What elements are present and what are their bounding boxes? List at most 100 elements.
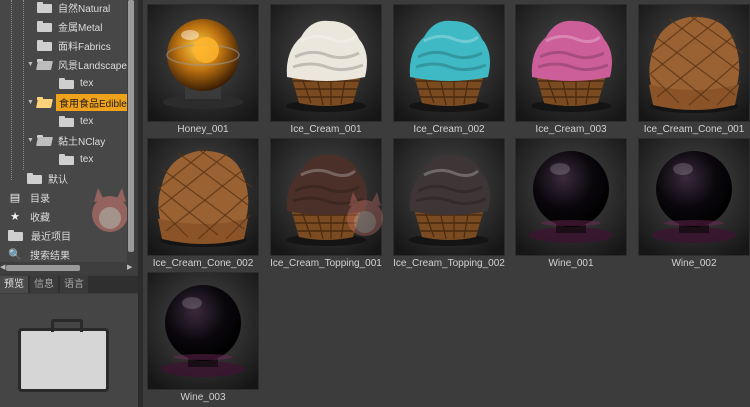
folder-icon: [37, 39, 52, 51]
material-tile[interactable]: Ice_Cream_Cone_002: [147, 138, 259, 272]
folder-icon: [27, 172, 42, 184]
material-name: Ice_Cream_Cone_002: [152, 258, 254, 269]
tree-item-label: 食用食品Edibles: [56, 93, 127, 111]
expand-arrow-icon[interactable]: ▼: [26, 99, 35, 106]
material-name: Ice_Cream_Topping_002: [393, 258, 505, 269]
material-tile[interactable]: Ice_Cream_Topping_002: [393, 138, 505, 272]
material-tile[interactable]: Ice_Cream_001: [270, 4, 382, 138]
material-name: Ice_Cream_002: [413, 124, 485, 135]
left-panel: 自然Natural 金属Metal 面料Fabrics ▼ 风景Landscape tex…: [0, 0, 140, 407]
tree-item[interactable]: tex: [48, 150, 95, 168]
wine-render: [148, 273, 258, 389]
scroll-right-arrow-icon[interactable]: ▶: [127, 262, 135, 274]
material-name: Ice_Cream_Cone_001: [643, 124, 745, 135]
tree-item-label: 最近项目: [31, 231, 71, 243]
tree-special-item[interactable]: ▤ 目录: [8, 188, 52, 206]
tree-item-label: 金属Metal: [58, 22, 103, 34]
tree-item-label: 风景Landscape: [58, 60, 127, 72]
icecream-render: [394, 139, 504, 255]
tab-language[interactable]: 语言: [60, 276, 88, 293]
folder-open-icon: [37, 134, 52, 146]
search-icon: 🔍: [8, 248, 22, 261]
tab-info[interactable]: 信息: [30, 276, 58, 293]
info-tabs: 预览 信息 语言: [0, 276, 140, 293]
tree-item[interactable]: 面料Fabrics: [26, 36, 113, 54]
material-name: Ice_Cream_003: [535, 124, 607, 135]
expand-arrow-icon[interactable]: ▼: [26, 137, 35, 144]
watermark-mascot-icon: [347, 192, 383, 236]
tree-horizontal-scrollbar[interactable]: [0, 262, 135, 274]
tree-item[interactable]: tex: [48, 74, 95, 92]
wine-render: [516, 139, 626, 255]
material-thumbnail[interactable]: [515, 4, 627, 122]
tab-preview[interactable]: 预览: [0, 276, 28, 293]
watermark-mascot-icon: [92, 188, 127, 232]
folder-tree: 自然Natural 金属Metal 面料Fabrics ▼ 风景Landscape tex…: [0, 0, 127, 262]
tree-item-label: tex: [80, 153, 94, 165]
folder-open-icon: [37, 96, 52, 108]
icecream-render: [516, 5, 626, 121]
tree-item-label: 默认: [48, 174, 68, 186]
material-name: Honey_001: [177, 124, 229, 135]
tree-vertical-scrollbar[interactable]: [127, 0, 135, 262]
tree-item-label: 面料Fabrics: [58, 41, 111, 53]
material-tile[interactable]: Ice_Cream_003: [515, 4, 627, 138]
tree-item[interactable]: 默认: [16, 169, 70, 187]
tree-vertical-scrollbar-thumb[interactable]: [128, 0, 134, 252]
material-grid: Honey_001 Ice_Cream_001 Ice_Cream_002 Ice_C…: [143, 0, 750, 407]
folder-icon: [59, 153, 74, 165]
material-thumbnail[interactable]: [393, 138, 505, 256]
tree-item-label: 目录: [30, 193, 50, 205]
tree-item-label: 收藏: [30, 212, 50, 224]
folder-icon: [37, 1, 52, 13]
tree-item-label: 黏土NClay: [58, 136, 106, 148]
material-thumbnail[interactable]: [147, 138, 259, 256]
tree-item[interactable]: ▼ 黏土NClay: [26, 131, 107, 149]
material-thumbnail[interactable]: [147, 272, 259, 390]
tree-item-label: 搜索结果: [30, 250, 70, 262]
material-thumbnail[interactable]: [638, 4, 750, 122]
material-name: Wine_002: [671, 258, 717, 269]
material-tile[interactable]: Wine_001: [515, 138, 627, 272]
tree-item[interactable]: ▼ 风景Landscape: [26, 55, 127, 73]
expand-arrow-icon[interactable]: ▼: [26, 61, 35, 68]
catalog-icon: ▤: [9, 191, 21, 204]
star-icon: ★: [10, 210, 20, 223]
material-tile[interactable]: Ice_Cream_002: [393, 4, 505, 138]
tree-item-label: tex: [80, 115, 94, 127]
wine-render: [639, 139, 749, 255]
recent-folder-icon: [8, 229, 23, 241]
material-name: Wine_001: [548, 258, 594, 269]
folder-icon: [59, 77, 74, 89]
folder-open-icon: [37, 58, 52, 70]
tree-special-item[interactable]: 🔍 搜索结果: [8, 245, 72, 262]
honey-render: [148, 5, 258, 121]
tree-special-item[interactable]: ★ 收藏: [8, 207, 52, 225]
tree-item[interactable]: tex: [48, 112, 95, 130]
tree-item[interactable]: 自然Natural: [26, 0, 112, 16]
material-tile[interactable]: Wine_003: [147, 272, 259, 406]
briefcase-icon: [18, 319, 109, 392]
material-thumbnail[interactable]: [147, 4, 259, 122]
material-tile[interactable]: Honey_001: [147, 4, 259, 138]
material-thumbnail[interactable]: [515, 138, 627, 256]
tree-horizontal-scrollbar-thumb[interactable]: [6, 265, 80, 271]
folder-icon: [37, 20, 52, 32]
material-thumbnail[interactable]: [393, 4, 505, 122]
icecream-render: [394, 5, 504, 121]
icecream-render: [271, 5, 381, 121]
material-name: Ice_Cream_Topping_001: [270, 258, 382, 269]
material-tile[interactable]: Ice_Cream_Cone_001: [638, 4, 750, 138]
cone-render: [639, 5, 749, 121]
tree-special-item[interactable]: 最近项目: [8, 226, 73, 244]
material-name: Wine_003: [180, 392, 226, 403]
scroll-left-arrow-icon[interactable]: ◀: [0, 262, 6, 274]
tree-item-label: tex: [80, 77, 94, 89]
material-thumbnail[interactable]: [638, 138, 750, 256]
material-thumbnail[interactable]: [270, 4, 382, 122]
tree-item[interactable]: ▼ 食用食品Edibles: [26, 93, 127, 111]
material-tile[interactable]: Wine_002: [638, 138, 750, 272]
tree-item-label: 自然Natural: [58, 3, 111, 15]
preview-pane: [0, 294, 140, 407]
tree-item[interactable]: 金属Metal: [26, 17, 104, 35]
